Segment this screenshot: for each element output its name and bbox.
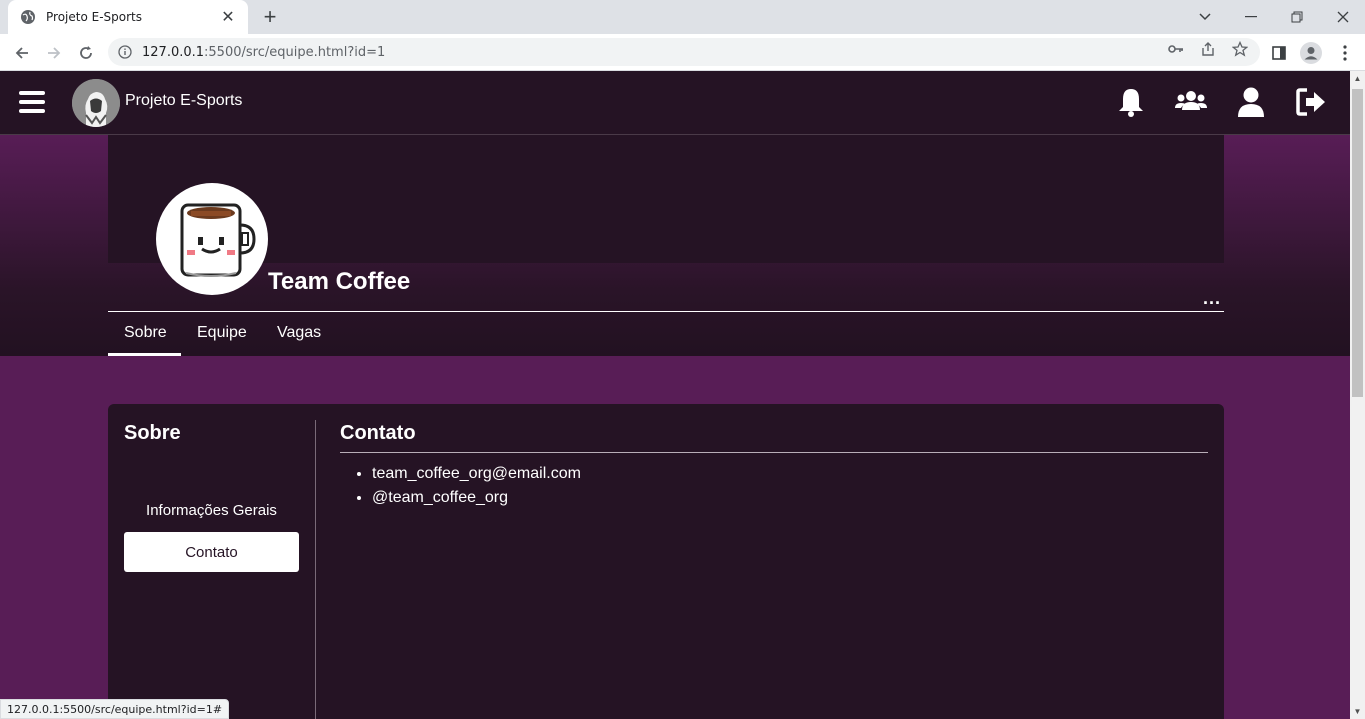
bookmark-star-icon[interactable]	[1231, 40, 1249, 58]
site-navbar: Projeto E-Sports	[0, 71, 1350, 135]
url-path: :5500/src/equipe.html?id=1	[204, 44, 386, 60]
page-viewport: Projeto E-Sports Team Coffee ... Sobre E…	[0, 71, 1350, 719]
close-window-button[interactable]	[1320, 0, 1365, 34]
tab-vagas[interactable]: Vagas	[277, 324, 321, 342]
scroll-down-icon[interactable]: ▼	[1353, 707, 1362, 716]
more-options-icon[interactable]: ...	[1203, 288, 1221, 309]
tab-search-icon[interactable]	[1182, 0, 1228, 34]
team-avatar	[156, 183, 268, 295]
logout-icon[interactable]	[1295, 86, 1327, 118]
brand-name[interactable]: Projeto E-Sports	[125, 92, 242, 110]
about-card: Sobre Informações Gerais Contato Contato…	[108, 404, 1224, 719]
close-tab-icon[interactable]: ✕	[218, 7, 238, 27]
profile-icon[interactable]	[1300, 42, 1322, 64]
contact-handle: @team_coffee_org	[372, 486, 581, 510]
contact-divider	[340, 452, 1208, 453]
active-tab-indicator	[108, 353, 181, 356]
team-header: Team Coffee ... Sobre Equipe Vagas	[0, 135, 1350, 356]
menu-icon[interactable]	[19, 91, 45, 113]
user-icon[interactable]	[1235, 86, 1267, 118]
bell-icon[interactable]	[1115, 86, 1147, 118]
header-divider	[108, 311, 1224, 312]
status-bar-url: 127.0.0.1:5500/src/equipe.html?id=1#	[0, 699, 230, 719]
info-icon[interactable]	[118, 45, 132, 59]
forward-button[interactable]	[40, 39, 68, 67]
key-icon[interactable]	[1167, 40, 1185, 58]
scrollbar-thumb[interactable]	[1352, 89, 1363, 397]
sidebar-item-contato[interactable]: Contato	[124, 532, 299, 572]
tab-sobre[interactable]: Sobre	[124, 324, 167, 342]
browser-toolbar: 127.0.0.1:5500/src/equipe.html?id=1	[0, 34, 1365, 71]
url-host: 127.0.0.1	[142, 44, 205, 60]
team-banner	[108, 135, 1224, 263]
contact-email: team_coffee_org@email.com	[372, 462, 581, 486]
browser-tabbar: Projeto E-Sports ✕ +	[0, 0, 1365, 34]
address-bar[interactable]: 127.0.0.1:5500/src/equipe.html?id=1	[108, 38, 1260, 66]
brand-logo[interactable]	[72, 79, 120, 127]
page-scrollbar[interactable]: ▲ ▼	[1350, 71, 1365, 719]
contact-list: team_coffee_org@email.com @team_coffee_o…	[372, 462, 581, 510]
share-icon[interactable]	[1199, 40, 1217, 58]
new-tab-button[interactable]: +	[258, 5, 282, 29]
scroll-up-icon[interactable]: ▲	[1353, 74, 1362, 83]
browser-tab[interactable]: Projeto E-Sports ✕	[8, 0, 248, 34]
globe-icon	[21, 10, 35, 24]
kebab-menu-icon[interactable]	[1334, 42, 1356, 64]
side-panel-icon[interactable]	[1268, 42, 1290, 64]
reload-button[interactable]	[72, 39, 100, 67]
tab-equipe[interactable]: Equipe	[197, 324, 247, 342]
team-name: Team Coffee	[268, 268, 411, 295]
sidebar-title: Sobre	[124, 422, 181, 444]
sidebar-item-informacoes-gerais[interactable]: Informações Gerais	[124, 502, 299, 519]
contact-title: Contato	[340, 422, 416, 444]
tab-title: Projeto E-Sports	[46, 10, 142, 24]
users-icon[interactable]	[1175, 86, 1207, 118]
back-button[interactable]	[8, 39, 36, 67]
minimize-button[interactable]	[1228, 0, 1274, 34]
vertical-divider	[315, 420, 316, 719]
restore-button[interactable]	[1274, 0, 1320, 34]
